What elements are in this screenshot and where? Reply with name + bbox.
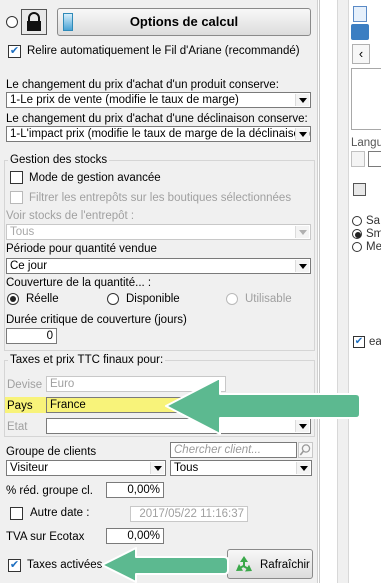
page-title: Options de calcul	[129, 14, 239, 29]
chevron-down-icon	[295, 260, 309, 272]
other-date-field[interactable]: 2017/05/22 11:16:37	[130, 506, 248, 522]
customer-search-placeholder: Chercher client...	[174, 444, 261, 456]
coverage-label: Couverture de la quantité... :	[6, 277, 152, 289]
coverage-option-disponible: Disponible	[126, 293, 180, 305]
variant-price-change-label: Le changement du prix d'achat d'une décl…	[6, 113, 308, 125]
product-price-change-label: Le changement du prix d'achat d'un produ…	[6, 79, 279, 91]
period-label: Période pour quantité vendue	[6, 243, 157, 255]
annotation-arrow-taxes	[101, 547, 229, 583]
lang-back-button[interactable]	[351, 151, 365, 167]
panel-radio[interactable]	[6, 16, 18, 28]
chevron-down-icon	[295, 128, 309, 140]
variant-price-change-value: 1-L'impact prix (modifie le taux de marg…	[10, 128, 311, 140]
customer-group-value: Visiteur	[10, 462, 49, 474]
taxes-enabled-label: Taxes activées	[27, 559, 103, 571]
group-reduction-label: % réd. groupe cl.	[6, 485, 93, 497]
search-icon-button[interactable]	[298, 442, 313, 458]
right-radio-me-label: Me	[366, 241, 381, 253]
right-checkbox[interactable]: ✔	[353, 336, 365, 348]
app-icon	[351, 24, 369, 40]
customer-scope-select[interactable]: Tous	[170, 460, 312, 476]
language-label: Langu	[351, 137, 381, 149]
customer-scope-value: Tous	[174, 462, 199, 474]
right-radio-sa[interactable]	[352, 216, 362, 226]
right-pane-list[interactable]	[351, 68, 381, 130]
other-date-label: Autre date :	[30, 507, 90, 519]
annotation-arrow-country	[165, 377, 361, 435]
coverage-radio-disponible[interactable]	[107, 293, 119, 305]
ecotax-field[interactable]: 0,00%	[106, 528, 164, 544]
coverage-radio-reelle[interactable]	[7, 293, 19, 305]
currency-label: Devise	[7, 379, 43, 391]
customer-search-input[interactable]: Chercher client...	[170, 442, 297, 458]
critical-duration-label: Durée critique de couverture (jours)	[6, 314, 187, 326]
right-radio-sm[interactable]	[352, 229, 362, 239]
chevron-down-icon	[295, 226, 309, 238]
group-reduction-field[interactable]: 0,00%	[106, 482, 164, 498]
taxes-enabled-checkbox[interactable]: ✔	[8, 559, 21, 572]
coverage-option-reelle: Réelle	[26, 293, 59, 305]
other-date-checkbox[interactable]	[10, 507, 23, 520]
period-select[interactable]: Ce jour	[6, 258, 311, 274]
filter-warehouses-checkbox[interactable]	[10, 191, 23, 204]
ecotax-label: TVA sur Ecotax	[6, 531, 85, 543]
refresh-button[interactable]: Rafraîchir	[227, 549, 313, 579]
product-price-change-select[interactable]: 1-Le prix de vente (modifie le taux de m…	[6, 92, 311, 108]
coverage-option-utilisable: Utilisable	[245, 293, 292, 305]
advanced-mode-label: Mode de gestion avancée	[29, 172, 161, 184]
lang-field[interactable]	[368, 151, 381, 167]
lock-button[interactable]	[21, 9, 47, 35]
right-pane-divider	[337, 0, 349, 583]
right-radio-sa-label: Sa	[366, 215, 381, 227]
recycle-icon	[236, 556, 252, 572]
coverage-radio-utilisable[interactable]	[226, 293, 238, 305]
lock-icon	[27, 12, 41, 31]
period-value: Ce jour	[10, 260, 48, 272]
product-price-change-value: 1-Le prix de vente (modifie le taux de m…	[10, 94, 239, 106]
chevron-down-icon	[295, 94, 309, 106]
save-icon[interactable]	[353, 183, 366, 196]
country-label: Pays	[7, 400, 33, 412]
search-icon	[299, 444, 311, 456]
chevron-down-icon	[296, 462, 310, 474]
chevron-down-icon	[150, 462, 164, 474]
warehouse-stock-label: Voir stocks de l'entrepôt :	[6, 210, 135, 222]
back-button[interactable]: ‹	[352, 44, 370, 64]
warehouse-value: Tous	[10, 226, 35, 238]
customer-group-select[interactable]: Visiteur	[6, 460, 166, 476]
document-icon	[353, 6, 367, 22]
options-title-bar[interactable]: Options de calcul	[57, 8, 311, 36]
back-arrow-icon: ‹	[358, 46, 364, 61]
right-checkbox-label: ea	[369, 336, 381, 348]
calc-options-panel: Options de calcul ✔ Relire automatiqueme…	[0, 0, 318, 583]
refresh-label: Rafraîchir	[260, 559, 310, 571]
filter-warehouses-label: Filtrer les entrepôts sur les boutiques …	[29, 192, 292, 204]
variant-price-change-select[interactable]: 1-L'impact prix (modifie le taux de marg…	[6, 126, 311, 142]
right-pane: ‹ Langu Sa Sm Me ✔ ea	[319, 0, 381, 583]
auto-refresh-label: Relire automatiquement le Fil d'Ariane (…	[27, 45, 300, 57]
right-radio-sm-label: Sm	[366, 228, 381, 240]
auto-refresh-checkbox[interactable]: ✔	[8, 45, 21, 58]
stock-group-title: Gestion des stocks	[8, 153, 110, 167]
state-label: Etat	[7, 421, 28, 433]
customer-group-label: Groupe de clients	[6, 446, 97, 458]
right-radio-me[interactable]	[352, 242, 362, 252]
taxes-group-title: Taxes et prix TTC finaux pour:	[8, 353, 166, 367]
critical-duration-input[interactable]: 0	[6, 328, 57, 344]
advanced-mode-checkbox[interactable]	[10, 171, 23, 184]
warehouse-select[interactable]: Tous	[6, 224, 311, 240]
